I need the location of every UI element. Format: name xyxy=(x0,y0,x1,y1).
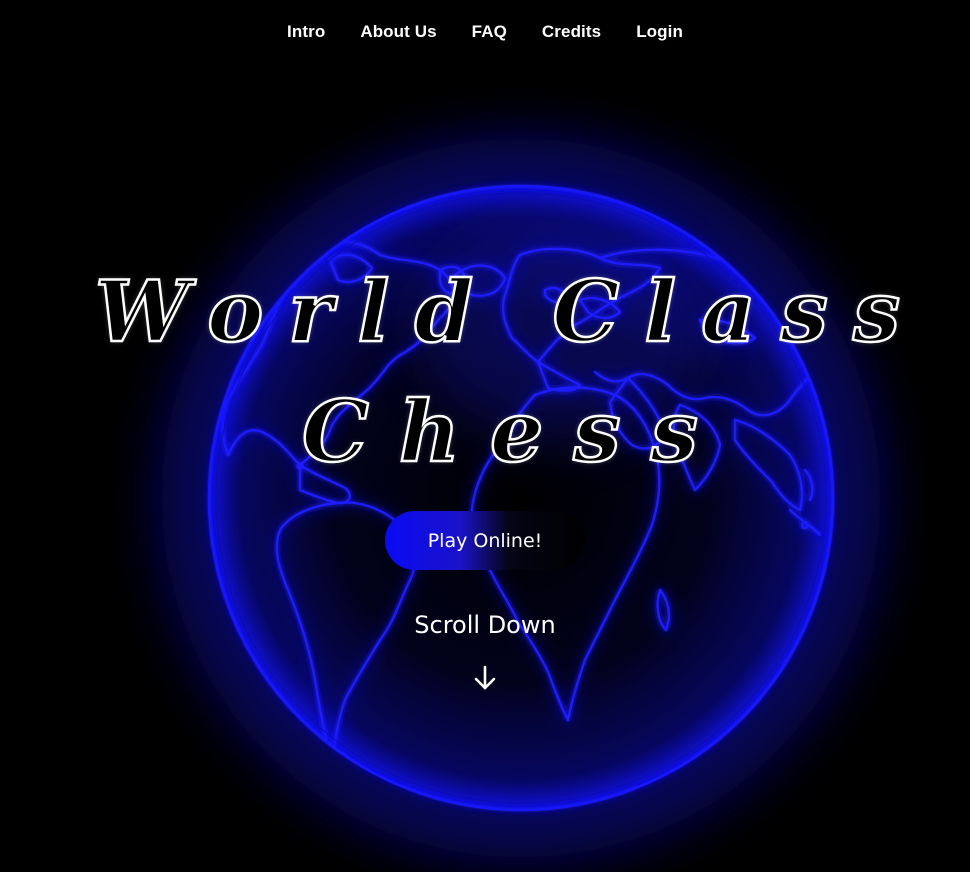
top-nav: Intro About Us FAQ Credits Login xyxy=(0,22,970,42)
nav-link-credits[interactable]: Credits xyxy=(542,22,601,42)
arrow-down-icon[interactable] xyxy=(472,664,498,692)
globe-illustration xyxy=(0,0,970,872)
play-online-button[interactable]: Play Online! xyxy=(385,511,585,570)
nav-link-intro[interactable]: Intro xyxy=(287,22,325,42)
arrow-down-icon-svg xyxy=(474,665,496,690)
scroll-down-label: Scroll Down xyxy=(414,611,556,639)
nav-link-about-us[interactable]: About Us xyxy=(360,22,436,42)
landing-page: Intro About Us FAQ Credits Login World C… xyxy=(0,0,970,872)
nav-link-faq[interactable]: FAQ xyxy=(472,22,507,42)
globe-icon xyxy=(161,138,881,858)
nav-link-login[interactable]: Login xyxy=(636,22,683,42)
